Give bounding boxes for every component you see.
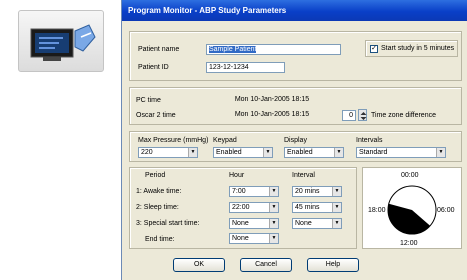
schedule-clock-dial — [387, 185, 437, 235]
sleep-time-label: 2: Sleep time: — [136, 204, 179, 211]
keypad-value: Enabled — [216, 149, 242, 156]
clock-label-left: 18:00 — [368, 207, 386, 214]
chevron-down-icon: ▼ — [269, 234, 278, 243]
awake-interval-select[interactable]: 20 mins ▼ — [292, 186, 342, 197]
intervals-select[interactable]: Standard ▼ — [356, 147, 446, 158]
special-interval-value: None — [295, 220, 312, 227]
awake-hour-select[interactable]: 7:00 ▼ — [229, 186, 279, 197]
timezone-input[interactable]: 0 — [342, 110, 356, 121]
timezone-spinner[interactable] — [358, 109, 367, 121]
pc-time-label: PC time — [136, 97, 161, 104]
pc-time-value: Mon 10-Jan-2005 18:15 — [234, 96, 310, 103]
chevron-down-icon: ▼ — [332, 219, 341, 228]
end-time-label: End time: — [145, 236, 175, 243]
spinner-arrows-icon — [360, 112, 367, 120]
oscar-time-value: Mon 10-Jan-2005 18:15 — [234, 111, 310, 118]
oscar-time-label: Oscar 2 time — [136, 112, 176, 119]
clock-label-right: 06:00 — [437, 207, 455, 214]
max-pressure-select[interactable]: 220 ▼ — [138, 147, 198, 158]
patient-id-label: Patient ID — [138, 64, 169, 71]
hour-header: Hour — [229, 172, 245, 179]
special-hour-value: None — [232, 220, 249, 227]
awake-time-label: 1: Awake time: — [136, 188, 182, 195]
max-pressure-label: Max Pressure (mmHg) — [138, 137, 209, 144]
keypad-select[interactable]: Enabled ▼ — [213, 147, 273, 158]
period-header: Period — [145, 172, 166, 179]
timezone-label: Time zone difference — [371, 112, 436, 119]
start-study-label: Start study in 5 minutes — [381, 45, 455, 52]
end-hour-select[interactable]: None ▼ — [229, 233, 279, 244]
interval-header: Interval — [292, 172, 315, 179]
chevron-down-icon: ▼ — [332, 203, 341, 212]
cancel-button[interactable]: Cancel — [240, 258, 292, 272]
chevron-down-icon: ▼ — [269, 203, 278, 212]
max-pressure-value: 220 — [141, 149, 153, 156]
start-study-checkbox[interactable]: ✓ — [370, 45, 378, 53]
special-interval-select[interactable]: None ▼ — [292, 218, 342, 229]
patient-name-label: Patient name — [138, 46, 180, 53]
chevron-down-icon: ▼ — [263, 148, 272, 157]
end-hour-value: None — [232, 235, 249, 242]
dialog-window: Program Monitor - ABP Study Parameters P… — [121, 0, 467, 280]
chevron-down-icon: ▼ — [436, 148, 445, 157]
clock-label-bottom: 12:00 — [400, 240, 418, 247]
chevron-down-icon: ▼ — [188, 148, 197, 157]
special-start-label: 3: Special start time: — [136, 220, 200, 227]
clock-label-top: 00:00 — [401, 172, 419, 179]
chevron-down-icon: ▼ — [269, 187, 278, 196]
window-title: Program Monitor - ABP Study Parameters — [122, 0, 467, 21]
app-icon-tile[interactable] — [18, 10, 104, 72]
display-value: Enabled — [287, 149, 313, 156]
sleep-hour-select[interactable]: 22:00 ▼ — [229, 202, 279, 213]
ok-button[interactable]: OK — [173, 258, 225, 272]
patient-id-field[interactable]: 123-12-1234 — [206, 62, 285, 73]
sleep-interval-value: 45 mins — [295, 204, 320, 211]
intervals-label: Intervals — [356, 137, 383, 144]
keypad-label: Keypad — [213, 137, 237, 144]
patient-name-value: Sample Patient — [209, 46, 257, 53]
sleep-interval-select[interactable]: 45 mins ▼ — [292, 202, 342, 213]
chevron-down-icon: ▼ — [269, 219, 278, 228]
chevron-down-icon: ▼ — [334, 148, 343, 157]
awake-interval-value: 20 mins — [295, 188, 320, 195]
sleep-hour-value: 22:00 — [232, 204, 250, 211]
patient-name-field[interactable]: Sample Patient — [206, 44, 341, 55]
display-select[interactable]: Enabled ▼ — [284, 147, 344, 158]
awake-hour-value: 7:00 — [232, 188, 246, 195]
monitor-device-icon — [30, 24, 96, 61]
chevron-down-icon: ▼ — [332, 187, 341, 196]
display-label: Display — [284, 137, 307, 144]
help-button[interactable]: Help — [307, 258, 359, 272]
intervals-value: Standard — [359, 149, 388, 156]
special-hour-select[interactable]: None ▼ — [229, 218, 279, 229]
